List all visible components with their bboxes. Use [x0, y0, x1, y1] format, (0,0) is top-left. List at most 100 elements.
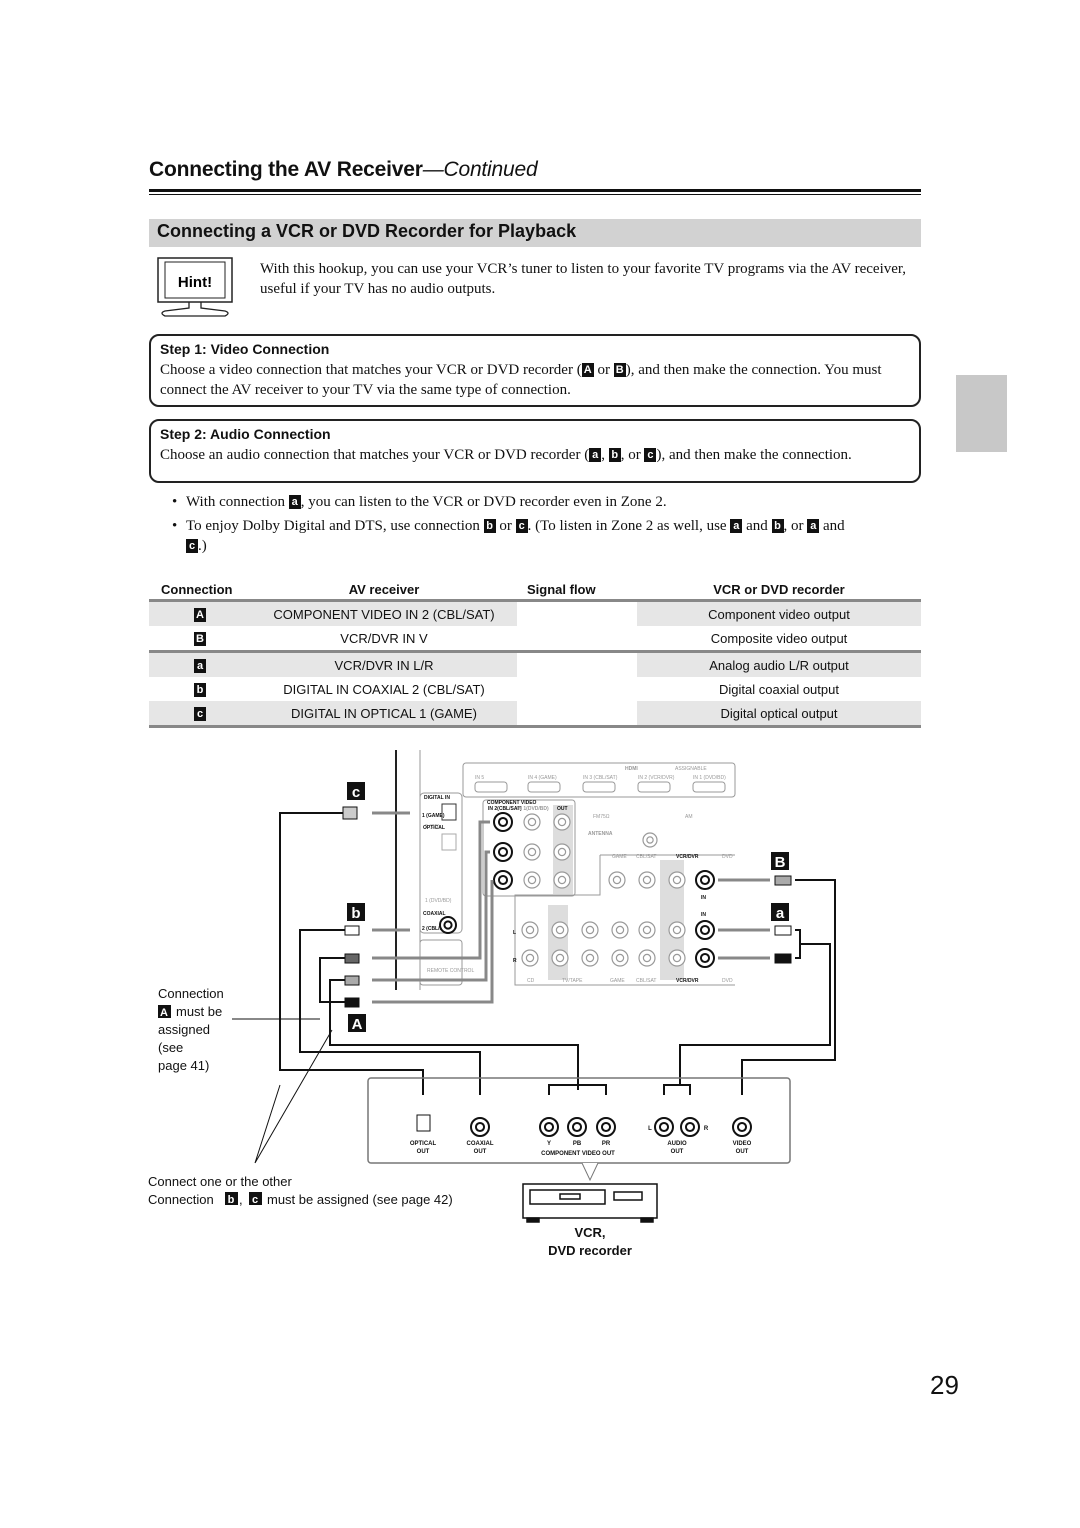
svg-text:1 (GAME): 1 (GAME) — [422, 813, 445, 819]
jack — [474, 1121, 486, 1133]
jack — [736, 1121, 748, 1133]
jack — [555, 925, 565, 935]
svg-text:page 41): page 41) — [158, 1058, 209, 1073]
svg-text:CBL/SAT: CBL/SAT — [636, 978, 656, 984]
svg-text:IN 2 (VCR/DVR): IN 2 (VCR/DVR) — [638, 775, 675, 781]
svg-text:TV/TAPE: TV/TAPE — [562, 978, 583, 984]
jack — [443, 920, 453, 930]
jack — [525, 925, 535, 935]
assignable-label: ASSIGNABLE — [675, 766, 707, 772]
jack — [527, 847, 537, 857]
jack — [585, 925, 595, 935]
jack — [699, 874, 711, 886]
jack — [557, 875, 567, 885]
marker-c: c — [352, 784, 360, 801]
marker-b: b — [351, 905, 360, 922]
svg-text:L: L — [648, 1126, 652, 1132]
jack — [684, 1121, 696, 1133]
svg-text:OUT: OUT — [417, 1149, 430, 1155]
svg-text:COAXIAL: COAXIAL — [467, 1141, 494, 1147]
page-number: 29 — [930, 1370, 959, 1400]
jack — [642, 875, 652, 885]
jack — [646, 836, 654, 844]
vcr-icon — [522, 1183, 658, 1223]
jack — [615, 953, 625, 963]
svg-text:DVD recorder: DVD recorder — [548, 1243, 632, 1258]
svg-text:AUDIO: AUDIO — [667, 1141, 687, 1147]
jack — [699, 924, 711, 936]
svg-text:R: R — [704, 1126, 709, 1132]
svg-text:AM: AM — [685, 814, 693, 820]
svg-text:CD: CD — [527, 978, 535, 984]
svg-text:R: R — [513, 958, 517, 964]
device-label: VCR, DVD recorder — [548, 1225, 632, 1258]
jack — [557, 847, 567, 857]
svg-text:OPTICAL: OPTICAL — [423, 825, 445, 831]
svg-text:FM75Ω: FM75Ω — [593, 814, 610, 820]
svg-text:Connection: Connection — [148, 1192, 214, 1207]
marker-A: A — [352, 1016, 363, 1033]
jack — [658, 1121, 670, 1133]
jack — [642, 953, 652, 963]
svg-text:IN: IN — [701, 912, 706, 918]
svg-text:GAME: GAME — [610, 978, 625, 984]
svg-text:DVD: DVD — [722, 978, 733, 984]
svg-text:OUT: OUT — [671, 1149, 684, 1155]
svg-text:DVD: DVD — [722, 854, 733, 860]
jack — [600, 1121, 612, 1133]
jack — [527, 875, 537, 885]
recorder-rear-panel: OPTICAL OUT COAXIAL OUT Y PB PR COMPONENT VI… — [367, 1077, 791, 1182]
svg-text:IN: IN — [701, 895, 706, 901]
jack — [642, 925, 652, 935]
jack — [527, 817, 537, 827]
jack — [585, 953, 595, 963]
svg-text:PR: PR — [602, 1141, 611, 1147]
hdmi-ports — [474, 781, 726, 793]
jack — [699, 952, 711, 964]
assignment-notes: Connection A must be assigned (see page … — [148, 986, 453, 1207]
jack — [543, 1121, 555, 1133]
svg-text:IN 4 (GAME): IN 4 (GAME) — [528, 775, 557, 781]
svg-text:CBL/SAT: CBL/SAT — [636, 854, 656, 860]
svg-text:COMPONENT VIDEO OUT: COMPONENT VIDEO OUT — [541, 1151, 615, 1157]
marker-a: a — [776, 905, 785, 922]
svg-text:OUT: OUT — [736, 1149, 749, 1155]
svg-text:IN 1 (DVD/BD): IN 1 (DVD/BD) — [693, 775, 726, 781]
svg-text:,: , — [239, 1192, 243, 1207]
connection-diagram: HDMI ASSIGNABLE IN 5 IN 4 (GAME) IN 3 (C… — [148, 750, 836, 1258]
svg-text:VCR,: VCR, — [574, 1225, 605, 1240]
svg-text:must be assigned (see page 42): must be assigned (see page 42) — [267, 1192, 453, 1207]
jack — [525, 953, 535, 963]
svg-text:assigned: assigned — [158, 1022, 210, 1037]
svg-text:IN 1(DVD/BD): IN 1(DVD/BD) — [517, 806, 549, 812]
svg-text:ANTENNA: ANTENNA — [588, 831, 613, 837]
svg-text:GAME: GAME — [612, 854, 627, 860]
svg-text:IN 3 (CBL/SAT): IN 3 (CBL/SAT) — [583, 775, 618, 781]
digital-in-label: DIGITAL IN — [424, 795, 450, 801]
jack — [672, 953, 682, 963]
svg-text:OUT: OUT — [474, 1149, 487, 1155]
svg-text:OUT: OUT — [557, 806, 568, 812]
svg-text:L: L — [513, 930, 516, 936]
jack — [672, 875, 682, 885]
jack — [612, 875, 622, 885]
jack — [557, 817, 567, 827]
jack — [672, 925, 682, 935]
jack — [497, 874, 509, 886]
jack — [497, 816, 509, 828]
svg-text:COAXIAL: COAXIAL — [423, 911, 446, 917]
svg-text:b: b — [228, 1194, 235, 1206]
jack — [615, 925, 625, 935]
svg-text:IN 5: IN 5 — [475, 775, 484, 781]
svg-text:Connect one or the other: Connect one or the other — [148, 1174, 292, 1189]
svg-text:(see: (see — [158, 1040, 183, 1055]
svg-text:OPTICAL: OPTICAL — [410, 1141, 437, 1147]
hdmi-label: HDMI — [625, 766, 638, 772]
svg-text:Y: Y — [547, 1141, 551, 1147]
svg-text:REMOTE CONTROL: REMOTE CONTROL — [427, 968, 474, 974]
svg-text:1 (DVD/BD): 1 (DVD/BD) — [425, 898, 452, 904]
svg-text:VIDEO: VIDEO — [733, 1141, 752, 1147]
svg-text:VCR/DVR: VCR/DVR — [676, 978, 699, 984]
svg-text:must be: must be — [176, 1004, 222, 1019]
jack — [555, 953, 565, 963]
